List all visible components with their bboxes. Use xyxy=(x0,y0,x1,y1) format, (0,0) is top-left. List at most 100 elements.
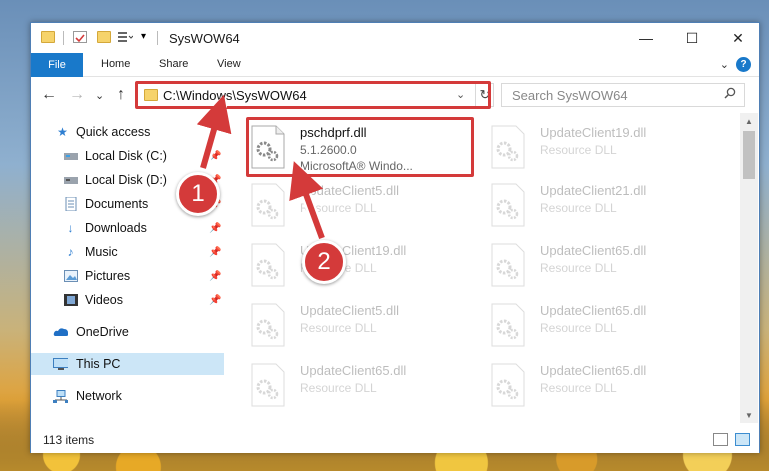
sidebar-item-quick-access[interactable]: ★ Quick access xyxy=(31,121,224,143)
properties-icon[interactable] xyxy=(73,31,87,43)
navigation-pane: ★ Quick access Local Disk (C:) 📌 Local D… xyxy=(31,113,224,423)
computer-icon xyxy=(53,357,68,371)
file-type: Resource DLL xyxy=(300,381,377,395)
file-item[interactable]: UpdateClient65.dll Resource DLL xyxy=(468,299,698,355)
pictures-icon xyxy=(63,270,78,283)
drive-icon xyxy=(63,174,78,187)
network-icon xyxy=(53,389,68,403)
sidebar-item-label: Pictures xyxy=(85,269,131,283)
sidebar-item-label: Local Disk (C:) xyxy=(85,149,167,163)
sidebar-item-local-disk-c[interactable]: Local Disk (C:) 📌 xyxy=(31,145,224,167)
chevron-down-icon[interactable]: ▾ xyxy=(141,31,146,42)
file-name: UpdateClient65.dll xyxy=(540,303,647,318)
sidebar-item-label: Network xyxy=(76,389,122,403)
recent-locations-button[interactable]: ⌄ xyxy=(95,89,104,102)
dll-file-icon xyxy=(251,243,285,287)
pin-icon[interactable]: 📌 xyxy=(209,271,221,282)
navigation-bar: ← → ⌄ ↑ C:\Windows\SysWOW64 ⌄ ↻ Search S… xyxy=(31,78,759,112)
dll-file-icon xyxy=(491,303,525,347)
dll-file-icon xyxy=(251,183,285,227)
sidebar-item-videos[interactable]: Videos 📌 xyxy=(31,289,224,311)
large-icons-view-icon[interactable] xyxy=(735,433,750,446)
file-item[interactable]: UpdateClient19.dll Resource DLL xyxy=(468,121,698,177)
tab-share[interactable]: Share xyxy=(159,58,188,70)
folder-icon xyxy=(41,31,55,43)
up-button[interactable]: ↑ xyxy=(117,86,125,104)
tab-view[interactable]: View xyxy=(217,58,241,70)
sidebar-item-onedrive[interactable]: OneDrive xyxy=(31,321,224,343)
sidebar-item-this-pc[interactable]: This PC xyxy=(31,353,224,375)
documents-icon xyxy=(63,197,78,211)
window-title: SysWOW64 xyxy=(169,31,240,46)
file-item[interactable]: UpdateClient21.dll Resource DLL xyxy=(468,179,698,235)
dll-file-icon xyxy=(491,125,525,169)
address-highlight-box xyxy=(135,81,491,109)
pin-icon[interactable]: 📌 xyxy=(209,295,221,306)
music-icon: ♪ xyxy=(67,245,74,259)
sidebar-item-label: This PC xyxy=(76,357,121,371)
file-item[interactable]: UpdateClient5.dll Resource DLL xyxy=(228,179,458,235)
ribbon-tabs: File Home Share View ⌄ ? xyxy=(31,53,759,77)
file-item[interactable]: UpdateClient65.dll Resource DLL xyxy=(228,359,458,415)
explorer-window: ▾ SysWOW64 — ☐ ✕ File Home Share View ⌄ … xyxy=(30,22,760,453)
scroll-down-icon[interactable]: ▼ xyxy=(740,407,758,423)
sidebar-item-pictures[interactable]: Pictures 📌 xyxy=(31,265,224,287)
sidebar-item-label: Quick access xyxy=(76,125,151,139)
file-type: Resource DLL xyxy=(300,201,377,215)
maximize-button[interactable]: ☐ xyxy=(669,23,715,53)
close-button[interactable]: ✕ xyxy=(715,23,761,53)
callout-badge-2: 2 xyxy=(302,240,346,284)
vertical-scrollbar[interactable]: ▲ ▼ xyxy=(740,113,758,423)
back-button[interactable]: ← xyxy=(41,86,57,104)
customize-toolbar-icon[interactable] xyxy=(117,31,134,43)
dll-file-icon xyxy=(491,183,525,227)
sidebar-item-downloads[interactable]: ↓ Downloads 📌 xyxy=(31,217,224,239)
scroll-thumb[interactable] xyxy=(743,131,755,179)
pin-icon[interactable]: 📌 xyxy=(209,151,221,162)
file-type: Resource DLL xyxy=(540,201,617,215)
search-icon[interactable] xyxy=(724,87,736,102)
pin-icon[interactable]: 📌 xyxy=(209,223,221,234)
dll-file-icon xyxy=(251,363,285,407)
file-type: Resource DLL xyxy=(540,321,617,335)
minimize-button[interactable]: — xyxy=(623,23,669,53)
dll-file-icon xyxy=(251,303,285,347)
sidebar-item-label: Local Disk (D:) xyxy=(85,173,167,187)
status-bar: 113 items xyxy=(31,427,759,453)
file-item[interactable]: UpdateClient65.dll Resource DLL xyxy=(468,239,698,295)
scroll-up-icon[interactable]: ▲ xyxy=(740,113,758,129)
divider xyxy=(63,31,64,45)
file-name: UpdateClient65.dll xyxy=(300,363,407,378)
sidebar-item-network[interactable]: Network xyxy=(31,385,224,407)
star-icon: ★ xyxy=(57,125,68,139)
item-count: 113 items xyxy=(43,433,95,447)
tab-file[interactable]: File xyxy=(31,53,83,77)
pin-icon[interactable]: 📌 xyxy=(209,247,221,258)
search-input[interactable]: Search SysWOW64 xyxy=(501,83,745,107)
ribbon-expand-icon[interactable]: ⌄ xyxy=(720,58,729,71)
sidebar-item-music[interactable]: ♪ Music 📌 xyxy=(31,241,224,263)
file-type: Resource DLL xyxy=(540,261,617,275)
sidebar-item-label: Downloads xyxy=(85,221,147,235)
drive-icon xyxy=(63,150,78,163)
sidebar-item-label: Videos xyxy=(85,293,123,307)
file-item[interactable]: UpdateClient5.dll Resource DLL xyxy=(228,299,458,355)
details-view-icon[interactable] xyxy=(713,433,728,446)
forward-button[interactable]: → xyxy=(69,86,85,104)
file-name: UpdateClient65.dll xyxy=(540,363,647,378)
file-highlight-box xyxy=(246,117,474,177)
tab-home[interactable]: Home xyxy=(101,58,130,70)
cloud-icon xyxy=(53,326,68,339)
file-type: Resource DLL xyxy=(540,143,617,157)
title-bar: ▾ SysWOW64 — ☐ ✕ xyxy=(31,23,759,53)
file-name: UpdateClient5.dll xyxy=(300,303,400,318)
file-type: Resource DLL xyxy=(300,321,377,335)
search-placeholder: Search SysWOW64 xyxy=(512,88,628,103)
dll-file-icon xyxy=(491,363,525,407)
dll-file-icon xyxy=(491,243,525,287)
file-item[interactable]: UpdateClient65.dll Resource DLL xyxy=(468,359,698,415)
new-folder-icon[interactable] xyxy=(97,31,111,43)
sidebar-item-label: Music xyxy=(85,245,118,259)
divider xyxy=(157,31,158,45)
help-icon[interactable]: ? xyxy=(736,57,751,72)
